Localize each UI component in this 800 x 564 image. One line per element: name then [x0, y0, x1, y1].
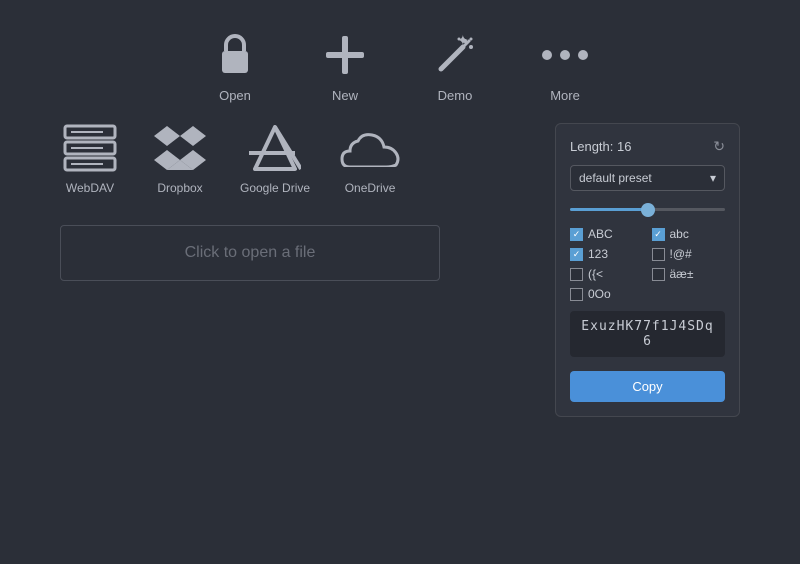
more-label: More — [550, 88, 580, 103]
pw-generated-password: ExuzHK77f1J4SDq6 — [570, 311, 725, 357]
wand-icon: ✦ — [430, 30, 480, 80]
pw-option-extended-label: äæ± — [670, 267, 694, 281]
server-icon — [60, 123, 120, 173]
pw-option-123[interactable]: 123 — [570, 247, 644, 261]
pw-option-brackets-label: ({< — [588, 267, 603, 281]
onedrive-icon — [340, 123, 400, 173]
pw-copy-label: Copy — [632, 379, 662, 394]
lock-icon — [210, 30, 260, 80]
pw-option-extended[interactable]: äæ± — [652, 267, 726, 281]
pw-option-123-label: 123 — [588, 247, 608, 261]
service-onedrive[interactable]: OneDrive — [340, 123, 400, 195]
pw-checkbox-123[interactable] — [570, 248, 583, 261]
plus-icon — [320, 30, 370, 80]
pw-checkbox-abc[interactable] — [652, 228, 665, 241]
service-webdav[interactable]: WebDAV — [60, 123, 120, 195]
pw-option-brackets[interactable]: ({< — [570, 267, 644, 281]
toolbar-new[interactable]: New — [320, 30, 370, 103]
pw-preset-dropdown[interactable]: default preset ▾ — [570, 165, 725, 191]
drive-icon — [245, 123, 305, 173]
pw-refresh-button[interactable]: ↻ — [713, 138, 725, 155]
dots-icon — [540, 30, 590, 80]
toolbar-open[interactable]: Open — [210, 30, 260, 103]
toolbar-demo[interactable]: ✦ Demo — [430, 30, 480, 103]
new-label: New — [332, 88, 358, 103]
pw-option-abc[interactable]: abc — [652, 227, 726, 241]
services-row: WebDAV Dropbox — [60, 123, 535, 195]
pw-length-label: Length: 16 — [570, 139, 631, 154]
pw-checkbox-extended[interactable] — [652, 268, 665, 281]
pw-option-ambiguous-label: 0Oo — [588, 287, 611, 301]
pw-option-ambiguous[interactable]: 0Oo — [570, 287, 644, 301]
file-open-area[interactable]: Click to open a file — [60, 225, 440, 281]
pw-header: Length: 16 ↻ — [570, 138, 725, 155]
pw-slider-container — [570, 201, 725, 217]
main-content: WebDAV Dropbox — [0, 123, 800, 417]
pw-option-ABC-label: ABC — [588, 227, 613, 241]
service-googledrive[interactable]: Google Drive — [240, 123, 310, 195]
pw-preset-label: default preset — [579, 171, 652, 185]
toolbar-more[interactable]: More — [540, 30, 590, 103]
pw-copy-button[interactable]: Copy — [570, 371, 725, 402]
chevron-down-icon: ▾ — [710, 171, 716, 185]
dropbox-label: Dropbox — [157, 181, 202, 195]
pw-checkbox-ABC[interactable] — [570, 228, 583, 241]
onedrive-label: OneDrive — [345, 181, 396, 195]
file-open-text: Click to open a file — [185, 244, 316, 261]
demo-label: Demo — [438, 88, 473, 103]
left-panel: WebDAV Dropbox — [60, 123, 535, 417]
pw-option-special[interactable]: !@# — [652, 247, 726, 261]
webdav-label: WebDAV — [66, 181, 114, 195]
pw-option-special-label: !@# — [670, 247, 692, 261]
pw-generated-text: ExuzHK77f1J4SDq6 — [581, 319, 713, 349]
dropbox-icon — [150, 123, 210, 173]
svg-text:✦: ✦ — [457, 33, 469, 48]
service-dropbox[interactable]: Dropbox — [150, 123, 210, 195]
pw-slider-track[interactable] — [570, 208, 725, 211]
pw-checkbox-brackets[interactable] — [570, 268, 583, 281]
pw-checkbox-ambiguous[interactable] — [570, 288, 583, 301]
pw-slider-thumb[interactable] — [641, 203, 655, 217]
pw-checkbox-special[interactable] — [652, 248, 665, 261]
password-generator-panel: Length: 16 ↻ default preset ▾ ABC abc — [555, 123, 740, 417]
pw-option-abc-label: abc — [670, 227, 689, 241]
googledrive-label: Google Drive — [240, 181, 310, 195]
toolbar: Open New ✦ Demo — [0, 0, 800, 123]
open-label: Open — [219, 88, 251, 103]
pw-option-ABC[interactable]: ABC — [570, 227, 644, 241]
pw-options: ABC abc 123 !@# ({< äæ± — [570, 227, 725, 301]
